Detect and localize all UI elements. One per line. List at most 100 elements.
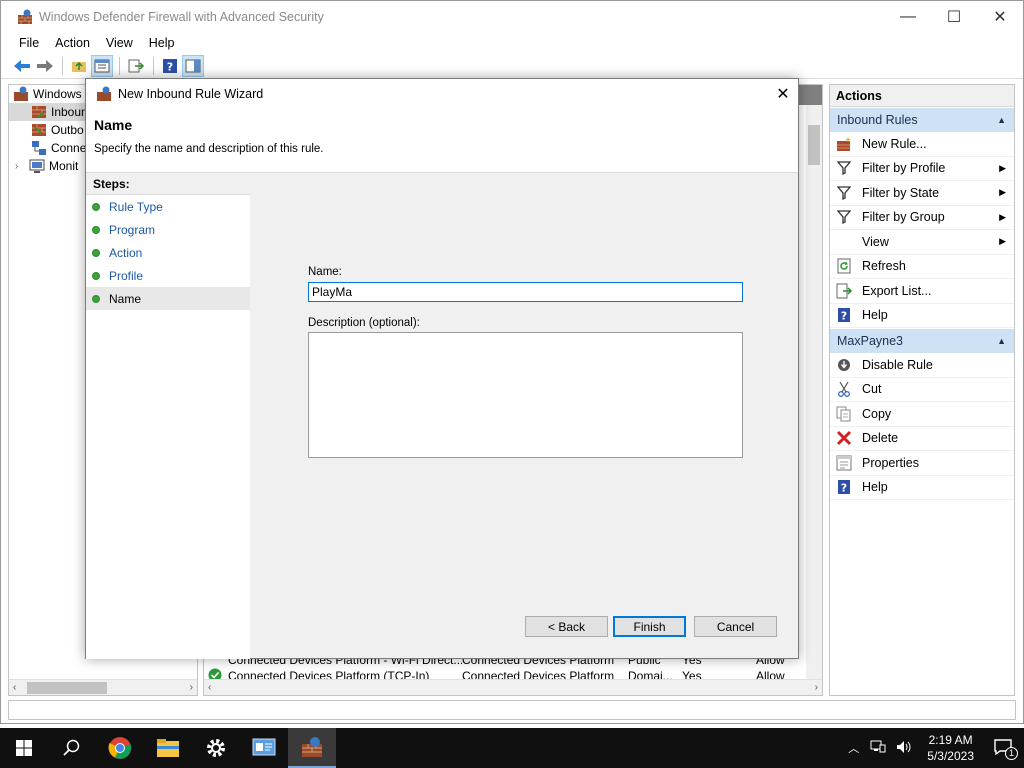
taskbar-file-explorer[interactable]	[144, 728, 192, 768]
menu-help[interactable]: Help	[141, 36, 183, 50]
taskbar-chrome[interactable]	[96, 728, 144, 768]
finish-button[interactable]: Finish	[613, 616, 686, 637]
menu-file[interactable]: File	[11, 36, 47, 50]
taskbar-settings[interactable]	[192, 728, 240, 768]
submenu-arrow-icon: ▶	[999, 187, 1006, 198]
action-label: Properties	[862, 455, 919, 470]
menu-action[interactable]: Action	[47, 36, 98, 50]
taskbar-control-panel[interactable]	[240, 728, 288, 768]
firewall-icon	[18, 9, 32, 24]
window-title: Windows Defender Firewall with Advanced …	[39, 10, 324, 24]
action-export-list[interactable]: Export List...	[830, 279, 1014, 304]
step-profile[interactable]: Profile	[86, 264, 250, 287]
windows-logo-icon	[16, 740, 32, 756]
tree-horizontal-scrollbar[interactable]: ‹ ›	[9, 679, 197, 695]
menu-view[interactable]: View	[98, 36, 141, 50]
svg-text:?: ?	[841, 310, 847, 323]
cut-icon	[836, 381, 852, 398]
taskbar-firewall[interactable]	[288, 728, 336, 768]
scroll-right-icon[interactable]: ›	[190, 682, 193, 693]
action-refresh[interactable]: Refresh	[830, 255, 1014, 279]
close-button[interactable]: ✕	[977, 1, 1023, 33]
rule-action-disable-rule[interactable]: Disable Rule	[830, 353, 1014, 378]
description-label: Description (optional):	[308, 317, 420, 329]
step-program[interactable]: Program	[86, 218, 250, 241]
action-filter-by-state[interactable]: Filter by State ▶	[830, 181, 1014, 206]
filter-icon	[836, 209, 852, 225]
forward-arrow-icon[interactable]	[34, 55, 56, 77]
actions-title: Actions	[830, 85, 1014, 107]
firewall-icon	[97, 86, 111, 101]
rule-description-input[interactable]	[308, 332, 743, 458]
new-rule-icon	[836, 136, 852, 152]
network-icon[interactable]	[865, 740, 891, 757]
action-label: New Rule...	[862, 136, 927, 151]
menu-bar: File Action View Help	[1, 33, 1023, 53]
scroll-left-icon[interactable]: ‹	[13, 682, 16, 693]
section-label: Inbound Rules	[837, 113, 918, 127]
list-vertical-scrollbar[interactable]	[806, 105, 822, 679]
rule-name-input[interactable]	[308, 282, 743, 302]
window-titlebar: Windows Defender Firewall with Advanced …	[1, 1, 1023, 33]
scroll-right-icon[interactable]: ›	[815, 682, 818, 693]
rule-action-properties[interactable]: Properties	[830, 451, 1014, 476]
action-help[interactable]: ? Help	[830, 304, 1014, 328]
step-action[interactable]: Action	[86, 241, 250, 264]
action-label: Export List...	[862, 283, 932, 298]
rule-action-delete[interactable]: Delete	[830, 427, 1014, 451]
disable-icon	[836, 357, 852, 373]
step-label: Name	[109, 291, 142, 306]
action-filter-by-group[interactable]: Filter by Group ▶	[830, 206, 1014, 230]
back-arrow-icon[interactable]	[11, 55, 33, 77]
scroll-thumb[interactable]	[27, 682, 107, 694]
maximize-button[interactable]: ☐	[931, 1, 977, 33]
clock[interactable]: 2:19 AM 5/3/2023	[917, 732, 984, 764]
start-button[interactable]	[0, 728, 48, 768]
action-label: Refresh	[862, 259, 906, 274]
chevron-up-icon[interactable]: ︿	[842, 740, 865, 756]
action-label: Filter by Profile	[862, 161, 946, 176]
wizard-close-button[interactable]: ✕	[768, 79, 798, 109]
step-rule-type[interactable]: Rule Type	[86, 195, 250, 218]
step-complete-dot	[92, 248, 100, 257]
collapse-up-icon[interactable]: ▲	[997, 336, 1006, 346]
show-hide-action-pane-icon[interactable]	[182, 54, 204, 77]
scroll-left-icon[interactable]: ‹	[208, 682, 211, 693]
help-icon[interactable]: ?	[159, 55, 181, 77]
back-button[interactable]: < Back	[525, 616, 608, 637]
action-filter-by-profile[interactable]: Filter by Profile ▶	[830, 157, 1014, 181]
filter-icon	[836, 160, 852, 176]
notifications-icon[interactable]: 1	[984, 738, 1024, 760]
export-list-icon[interactable]	[125, 55, 147, 77]
delete-icon	[836, 430, 852, 446]
new-inbound-rule-wizard: New Inbound Rule Wizard ✕ Name Specify t…	[85, 78, 799, 659]
action-view[interactable]: View ▶	[830, 230, 1014, 255]
section-inbound-rules[interactable]: Inbound Rules ▲	[830, 108, 1014, 132]
wizard-header: Name Specify the name and description of…	[86, 109, 798, 173]
help-icon: ?	[836, 479, 852, 495]
action-label: Copy	[862, 406, 892, 421]
refresh-icon	[836, 258, 852, 274]
show-hide-tree-icon[interactable]	[91, 54, 113, 77]
minimize-button[interactable]: —	[885, 1, 931, 33]
list-horizontal-scrollbar[interactable]: ‹ ›	[204, 679, 822, 695]
system-tray: ︿ 2:19 AM 5/3/2023 1	[842, 728, 1024, 768]
rule-action-help[interactable]: ? Help	[830, 476, 1014, 500]
section-selected-rule[interactable]: MaxPayne3 ▲	[830, 329, 1014, 353]
cancel-button[interactable]: Cancel	[694, 616, 777, 637]
tree-item-label: Windows	[33, 87, 82, 101]
up-folder-icon[interactable]	[68, 55, 90, 77]
collapse-up-icon[interactable]: ▲	[997, 115, 1006, 125]
rule-action-copy[interactable]: Copy	[830, 402, 1014, 427]
notification-count: 1	[1005, 746, 1018, 760]
action-new-rule[interactable]: New Rule...	[830, 132, 1014, 157]
search-button[interactable]	[48, 728, 96, 768]
scroll-thumb[interactable]	[808, 125, 820, 165]
section-label: MaxPayne3	[837, 334, 904, 348]
toolbar-separator	[62, 56, 63, 75]
rule-action-cut[interactable]: Cut	[830, 378, 1014, 402]
volume-icon[interactable]	[891, 740, 917, 757]
chevron-right-icon[interactable]: ›	[15, 161, 29, 172]
properties-icon	[836, 455, 852, 471]
step-name[interactable]: Name	[86, 287, 250, 310]
